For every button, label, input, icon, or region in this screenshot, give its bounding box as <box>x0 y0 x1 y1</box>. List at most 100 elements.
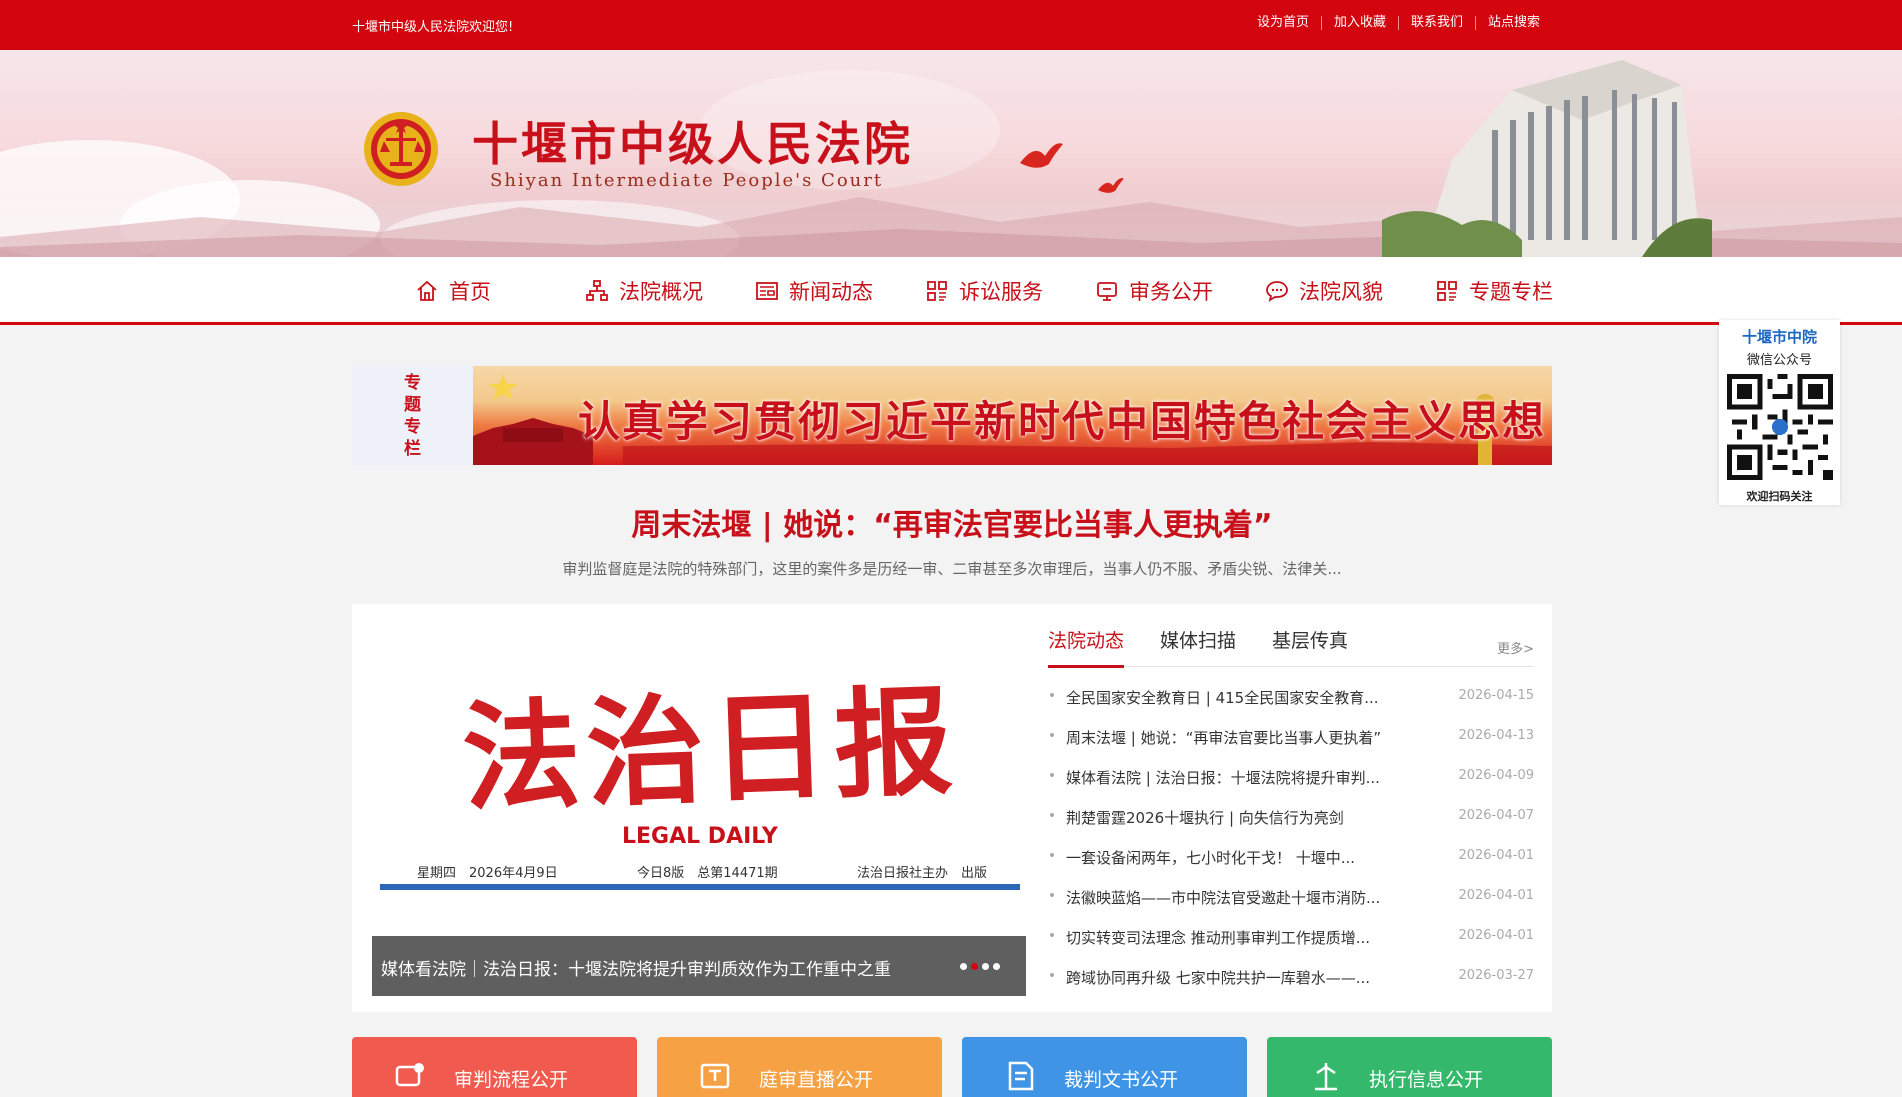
bullet-icon <box>1050 933 1054 937</box>
dove-icon <box>1098 178 1124 193</box>
home-icon <box>417 280 437 301</box>
quick-link-trial-process[interactable]: 审判流程公开 <box>352 1037 637 1097</box>
special-label-char: 专 <box>404 373 421 393</box>
nav-item-court-overview[interactable]: 法院概况 <box>585 257 755 325</box>
news-date: 2026-04-01 <box>1458 928 1534 943</box>
slide-paper-title: 法治日报 <box>460 671 961 828</box>
dove-icon <box>1020 143 1063 168</box>
news-slider[interactable]: 法治日报 LEGAL DAILY 星期四 2026年4月9日 今日8版 总第14… <box>372 624 1026 996</box>
bullet-icon <box>1050 893 1054 897</box>
add-favorite-link[interactable]: 加入收藏 <box>1320 16 1398 30</box>
news-date: 2026-04-01 <box>1458 848 1534 863</box>
news-item[interactable]: 全民国家安全教育日 | 415全民国家安全教育... 2026-04-15 <box>1048 687 1534 727</box>
news-date: 2026-04-09 <box>1458 768 1534 783</box>
court-building-image <box>1382 60 1712 257</box>
bullet-icon <box>1050 693 1054 697</box>
news-item[interactable]: 媒体看法院 | 法治日报：十堰法院将提升审判... 2026-04-09 <box>1048 767 1534 807</box>
wechat-qr-panel[interactable]: 十堰市中院 微信公众号 欢迎扫码关注 <box>1719 320 1840 505</box>
news-item[interactable]: 一套设备闲两年，七小时化干戈！ 十堰中... 2026-04-01 <box>1048 847 1534 887</box>
header-banner: 十堰市中级人民法院 Shiyan Intermediate People's C… <box>0 50 1902 257</box>
special-topic-label: 专题专栏 <box>352 366 473 465</box>
quick-link-judgment-docs[interactable]: 裁判文书公开 <box>962 1037 1247 1097</box>
quick-link-label: 裁判文书公开 <box>1064 1069 1179 1091</box>
wechat-hint: 欢迎扫码关注 <box>1746 490 1813 503</box>
nav-item-label: 法院概况 <box>619 280 703 304</box>
main-navigation: 首页 法院概况 新闻动态 诉讼服务 审务公开 法院风貌 专题专栏 <box>0 257 1902 325</box>
slide-paper-issue: 今日8版 总第14471期 <box>637 866 778 881</box>
nav-item-court-affairs[interactable]: 审务公开 <box>1095 257 1265 325</box>
tab-media-scan[interactable]: 媒体扫描 <box>1160 626 1236 665</box>
bullet-icon <box>1050 853 1054 857</box>
nav-item-litigation-service[interactable]: 诉讼服务 <box>925 257 1095 325</box>
quick-link-live-trial[interactable]: 庭审直播公开 <box>657 1037 942 1097</box>
news-item[interactable]: 切实转变司法理念 推动刑事审判工作提质增... 2026-04-01 <box>1048 927 1534 967</box>
slider-dot[interactable] <box>982 963 989 970</box>
special-label-char: 专 <box>404 417 421 437</box>
slide-paper-day: 星期四 2026年4月9日 <box>417 866 558 881</box>
special-label-char: 栏 <box>404 439 421 459</box>
process-icon <box>395 1063 424 1087</box>
special-topic-slogan: 认真学习贯彻习近平新时代中国特色社会主义思想 <box>578 397 1547 446</box>
slider-dot[interactable] <box>993 963 1000 970</box>
tab-grassroots[interactable]: 基层传真 <box>1272 626 1348 665</box>
news-title: 一套设备闲两年，七小时化干戈！ 十堰中... <box>1066 849 1356 867</box>
screen-icon <box>1097 282 1117 301</box>
news-item[interactable]: 周末法堰 | 她说：“再审法官要比当事人更执着” 2026-04-13 <box>1048 727 1534 767</box>
top-links: 设为首页 加入收藏 联系我们 站点搜索 <box>1245 16 1552 30</box>
news-title: 跨域协同再升级 七家中院共护一库碧水——... <box>1066 969 1371 987</box>
nav-item-label: 法院风貌 <box>1299 280 1383 304</box>
nav-item-label: 首页 <box>449 280 491 304</box>
news-title: 全民国家安全教育日 | 415全民国家安全教育... <box>1066 689 1379 707</box>
bullet-icon <box>1050 733 1054 737</box>
bullet-icon <box>1050 813 1054 817</box>
news-item[interactable]: 跨域协同再升级 七家中院共护一库碧水——... 2026-03-27 <box>1048 967 1534 1007</box>
quick-link-execution-info[interactable]: 执行信息公开 <box>1267 1037 1552 1097</box>
news-item[interactable]: 法徽映蓝焰——市中院法官受邀赴十堰市消防... 2026-04-01 <box>1048 887 1534 927</box>
news-date: 2026-03-27 <box>1458 968 1534 983</box>
set-homepage-link[interactable]: 设为首页 <box>1245 16 1321 30</box>
nav-item-label: 审务公开 <box>1129 280 1213 304</box>
slide-paper-publisher: 法治日报社主办 出版 <box>857 866 988 881</box>
feature-summary: 审判监督庭是法院的特殊部门，这里的案件多是历经一审、二审甚至多次审理后，当事人仍… <box>562 560 1342 578</box>
wechat-title: 十堰市中院 <box>1741 328 1817 346</box>
slide-caption-bar[interactable]: 媒体看法院｜法治日报：十堰法院将提升审判质效作为工作重中之重 <box>372 936 1026 996</box>
slider-dot[interactable] <box>971 963 978 970</box>
more-link[interactable]: 更多> <box>1497 638 1534 657</box>
contact-us-link[interactable]: 联系我们 <box>1397 16 1475 30</box>
nav-item-label: 专题专栏 <box>1469 280 1553 304</box>
bullet-icon <box>1050 973 1054 977</box>
execution-icon <box>1315 1063 1337 1091</box>
news-title: 切实转变司法理念 推动刑事审判工作提质增... <box>1066 929 1371 947</box>
news-list: 全民国家安全教育日 | 415全民国家安全教育... 2026-04-15 周末法… <box>1048 687 1534 1007</box>
slide-caption: 媒体看法院｜法治日报：十堰法院将提升审判质效作为工作重中之重 <box>381 960 891 980</box>
special-topic-image[interactable]: 认真学习贯彻习近平新时代中国特色社会主义思想 <box>473 366 1552 465</box>
slide-stripe <box>380 884 1020 890</box>
newspaper-icon <box>756 282 778 300</box>
chat-icon <box>1266 281 1288 302</box>
news-section: 法治日报 LEGAL DAILY 星期四 2026年4月9日 今日8版 总第14… <box>352 604 1552 1012</box>
slider-dot[interactable] <box>960 963 967 970</box>
special-topic-banner[interactable]: 专题专栏 认真学习贯彻习近平新时代中国特色社会主义思想 <box>352 366 1552 465</box>
nav-item-special-topics[interactable]: 专题专栏 <box>1435 257 1605 325</box>
court-emblem-icon <box>364 112 438 186</box>
court-name-en: Shiyan Intermediate People's Court <box>490 170 884 191</box>
grid-icon <box>1437 281 1457 301</box>
bullet-icon <box>1050 773 1054 777</box>
nav-item-court-style[interactable]: 法院风貌 <box>1265 257 1435 325</box>
quick-link-label: 执行信息公开 <box>1369 1069 1484 1091</box>
news-title: 荆楚雷霆2026十堰执行 | 向失信行为亮剑 <box>1066 809 1344 827</box>
quick-link-label: 审判流程公开 <box>454 1069 569 1091</box>
nav-item-home[interactable]: 首页 <box>415 257 585 325</box>
news-date: 2026-04-15 <box>1458 688 1534 703</box>
quick-link-label: 庭审直播公开 <box>759 1069 874 1091</box>
news-item[interactable]: 荆楚雷霆2026十堰执行 | 向失信行为亮剑 2026-04-07 <box>1048 807 1534 847</box>
nav-item-label: 诉讼服务 <box>959 280 1043 304</box>
feature-headline[interactable]: 周末法堰 | 她说：“再审法官要比当事人更执着” <box>352 500 1552 544</box>
nav-item-news[interactable]: 新闻动态 <box>755 257 925 325</box>
wechat-subtitle: 微信公众号 <box>1746 353 1812 368</box>
top-bar: 十堰市中级人民法院欢迎您! 设为首页 加入收藏 联系我们 站点搜索 <box>0 0 1902 50</box>
news-panel: 法院动态 媒体扫描 基层传真 更多> 全民国家安全教育日 | 415全民国家安全… <box>1048 612 1534 1007</box>
news-title: 法徽映蓝焰——市中院法官受邀赴十堰市消防... <box>1066 889 1381 907</box>
tab-court-news[interactable]: 法院动态 <box>1048 626 1125 668</box>
site-search-link[interactable]: 站点搜索 <box>1474 16 1552 30</box>
